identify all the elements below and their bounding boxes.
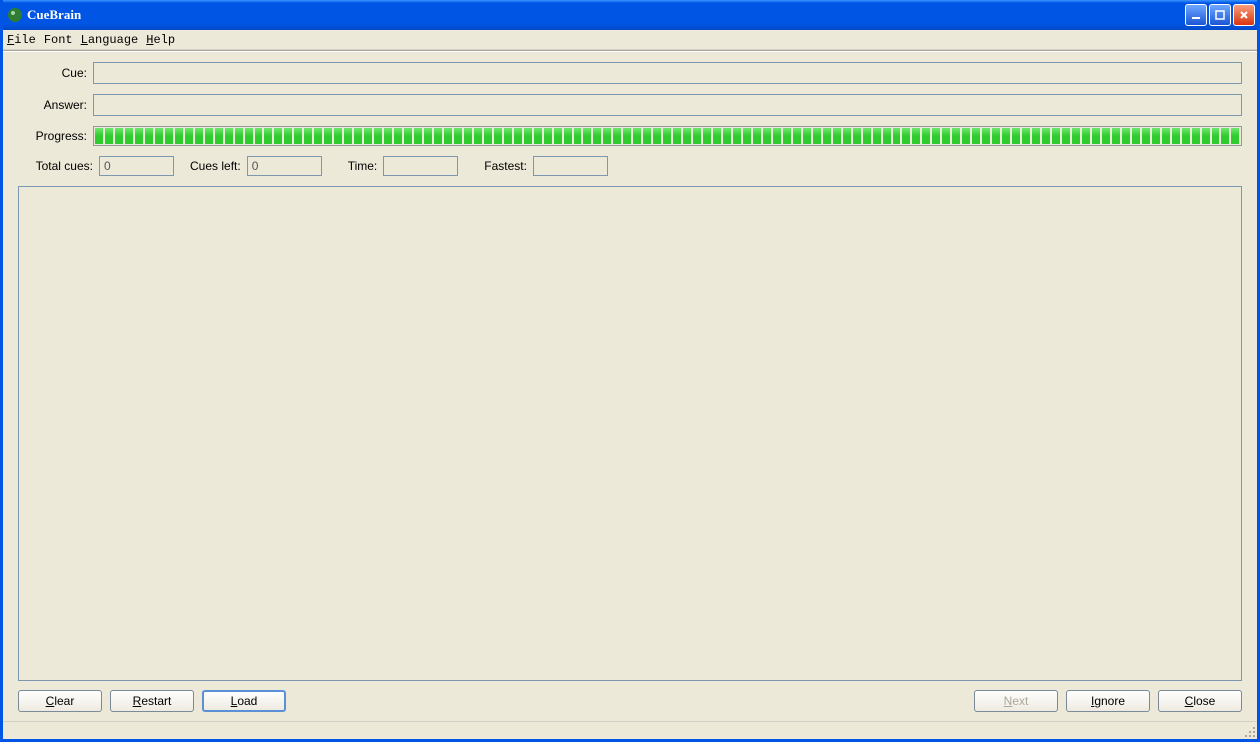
menu-language[interactable]: Language xyxy=(81,33,139,47)
main-panel xyxy=(18,186,1242,681)
time-label: Time: xyxy=(348,159,378,173)
answer-label: Answer: xyxy=(18,98,93,112)
status-bar xyxy=(3,721,1257,739)
menu-help[interactable]: Help xyxy=(146,33,175,47)
cues-left-field: 0 xyxy=(247,156,322,176)
menu-file[interactable]: File xyxy=(7,33,36,47)
total-cues-field: 0 xyxy=(99,156,174,176)
restart-button[interactable]: Restart xyxy=(110,690,194,712)
next-button[interactable]: Next xyxy=(974,690,1058,712)
menu-font[interactable]: Font xyxy=(44,33,73,47)
window-title: CueBrain xyxy=(27,7,81,23)
load-button[interactable]: Load xyxy=(202,690,286,712)
ignore-button[interactable]: Ignore xyxy=(1066,690,1150,712)
app-window: CueBrain File Font Language Help Cue: An… xyxy=(0,0,1260,742)
app-icon xyxy=(7,7,23,23)
progress-bar xyxy=(93,126,1242,146)
content-area: Cue: Answer: Progress: Total cues: 0 Cue… xyxy=(3,52,1257,721)
fastest-label: Fastest: xyxy=(484,159,527,173)
close-button[interactable]: Close xyxy=(1158,690,1242,712)
fastest-field xyxy=(533,156,608,176)
maximize-button[interactable] xyxy=(1209,4,1231,26)
menu-bar: File Font Language Help xyxy=(3,30,1257,50)
clear-button[interactable]: Clear xyxy=(18,690,102,712)
resize-grip[interactable] xyxy=(1243,725,1255,737)
cues-left-label: Cues left: xyxy=(190,159,241,173)
button-row: Clear Restart Load Next Ignore Close xyxy=(18,689,1242,713)
progress-label: Progress: xyxy=(18,129,93,143)
close-window-button[interactable] xyxy=(1233,4,1255,26)
cue-label: Cue: xyxy=(18,66,93,80)
answer-field[interactable] xyxy=(93,94,1242,116)
minimize-button[interactable] xyxy=(1185,4,1207,26)
window-controls xyxy=(1185,0,1257,30)
cue-field[interactable] xyxy=(93,62,1242,84)
time-field xyxy=(383,156,458,176)
total-cues-label: Total cues: xyxy=(18,159,93,173)
title-bar[interactable]: CueBrain xyxy=(3,0,1257,30)
